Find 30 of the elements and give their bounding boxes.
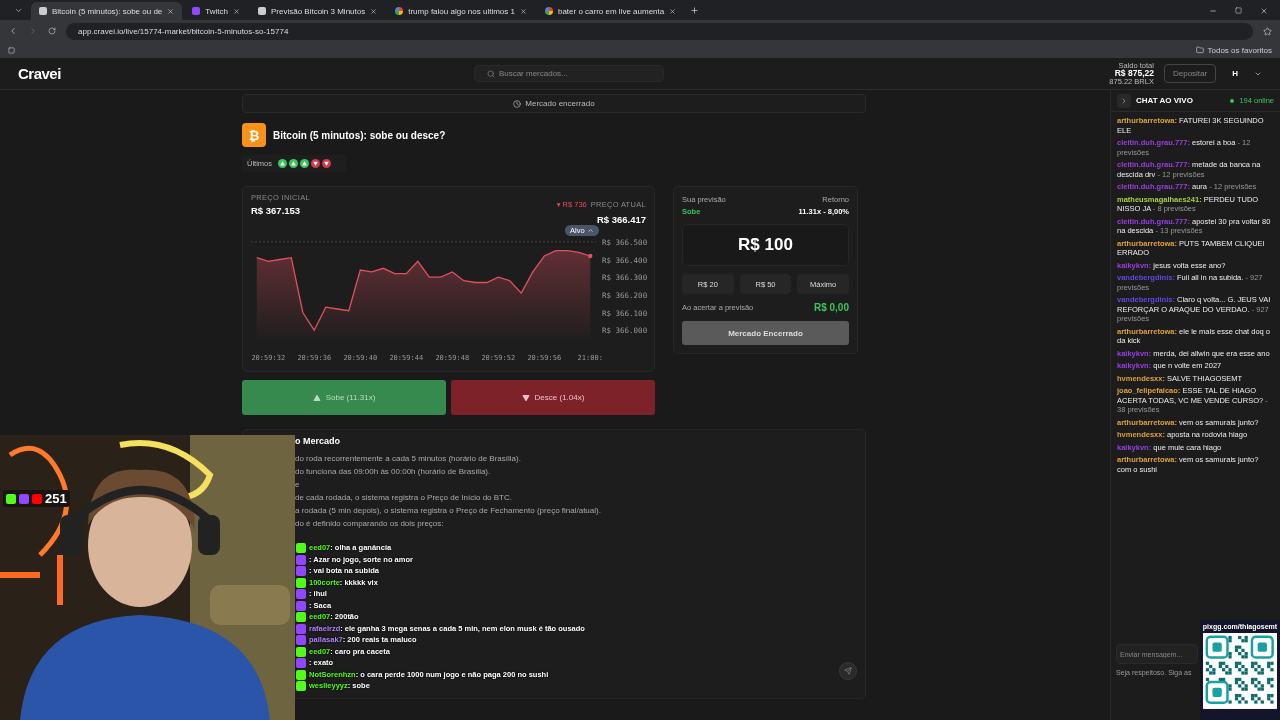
browser-tab[interactable]: trump falou algo nos ultimos 1: [387, 2, 535, 20]
about-text: do roda recorrentemente a cada 5 minutos (horário de Brasília).: [295, 453, 522, 464]
market-closed-button[interactable]: Mercado Encerrado: [682, 321, 849, 345]
about-title: o Mercado: [295, 436, 341, 446]
viewer-count: 251: [45, 491, 67, 506]
bitcoin-icon: ₿: [242, 123, 266, 147]
deposit-button[interactable]: Depositar: [1163, 64, 1217, 83]
browser-tab[interactable]: bater o carro em live aumenta: [536, 2, 685, 20]
about-text: a rodada (5 min depois), o sistema registra o Preço de Fechamento (preço final/atual).: [295, 505, 602, 516]
bookmarks-folder[interactable]: Todos os favoritos: [1207, 45, 1272, 55]
site-logo[interactable]: Cravei: [18, 65, 61, 82]
browser-tab[interactable]: Previsão Bitcoin 3 Minutos: [249, 2, 386, 20]
current-price: R$ 366.417: [596, 214, 646, 225]
payout-value: R$ 0,00: [813, 302, 849, 313]
market-status: Mercado encerrado: [525, 99, 595, 108]
account-menu[interactable]: H: [1226, 68, 1244, 79]
address-bar[interactable]: app.cravei.io/live/15774-market/bitcoin-5-minutos-so-15774: [66, 22, 1253, 40]
about-text: de cada rodada, o sistema registra o Preço de Início do BTC.: [295, 492, 513, 503]
browser-tab[interactable]: Twitch: [184, 2, 248, 20]
chat-title: CHAT AO VIVO: [1136, 96, 1193, 105]
about-text: do funciona das 09:00h às 00:00h (horário de Brasília).: [295, 466, 492, 477]
about-text: e: [295, 479, 301, 490]
about-text: do é definido comparando os dois preços:: [295, 518, 445, 529]
initial-price: R$ 367.153: [251, 205, 301, 216]
amount-display: R$ 100: [682, 224, 849, 266]
balance-value: R$ 875,22: [1114, 69, 1154, 78]
search-field[interactable]: Buscar mercados...: [473, 65, 664, 82]
browser-tab[interactable]: Bitcoin (5 minutos): sobe ou de: [31, 2, 183, 20]
market-title: Bitcoin (5 minutos): sobe ou desce?: [273, 129, 446, 141]
down-button[interactable]: Desce (1.04x): [451, 380, 655, 415]
